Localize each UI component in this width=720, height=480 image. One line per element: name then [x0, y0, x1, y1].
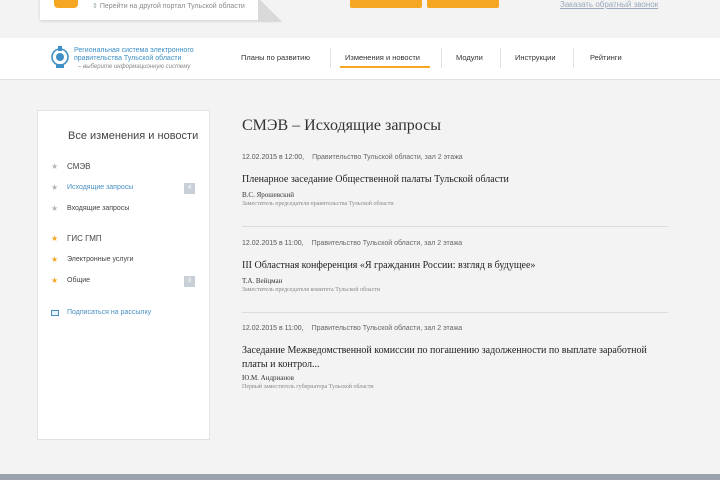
envelope-icon [51, 310, 59, 316]
arrows-icon: ⇕ [92, 3, 98, 10]
logo-line-2: правительства Тульской области [74, 55, 182, 62]
news-author: Ю.М. Андрианов [242, 374, 294, 382]
sidebar-title: Все изменения и новости [68, 130, 199, 142]
nav-divider [330, 48, 331, 68]
nav-plans[interactable]: Планы по развитию [241, 53, 310, 62]
subscribe-label: Подписаться на рассылку [67, 309, 152, 316]
logo-line-1: Региональная система электронного [74, 47, 194, 54]
sidebar-item-outgoing[interactable]: ★ Исходящие запросы 4 [38, 182, 209, 196]
news-date: 12.02.2015 в 12:00, [242, 154, 305, 161]
sidebar-item-label: ГИС ГМП [67, 234, 102, 243]
count-badge: 3 [184, 276, 195, 287]
news-author-position: Заместитель председателя комитета Тульск… [242, 287, 381, 293]
portal-flag-icon [54, 0, 78, 8]
star-icon: ★ [51, 276, 59, 285]
news-title[interactable]: III Областная конференция «Я гражданин Р… [242, 259, 662, 273]
logo-tagline[interactable]: – выберите информационную систему [78, 64, 190, 70]
news-item[interactable]: 12.02.2015 в 11:00, Правительство Тульско… [242, 240, 668, 310]
news-location: Правительство Тульской области, зал 2 эт… [311, 325, 463, 332]
logo-icon[interactable] [50, 44, 70, 70]
header: Региональная система электронного правит… [0, 38, 720, 80]
news-author: В.С. Ярошевский [242, 191, 295, 199]
sidebar-item-label: СМЭВ [67, 162, 91, 171]
divider [242, 312, 668, 313]
news-author: Т.А. Вейцман [242, 277, 283, 285]
callback-link[interactable]: Заказать обратный звонок [560, 0, 658, 9]
news-item[interactable]: 12.02.2015 в 12:00, Правительство Тульско… [242, 154, 668, 224]
sidebar: Все изменения и новости ★ СМЭВ ★ Исходящ… [37, 110, 210, 440]
sidebar-item-incoming[interactable]: ★ Входящие запросы [38, 203, 209, 217]
page-title: СМЭВ – Исходящие запросы [242, 117, 442, 134]
nav-divider [441, 48, 442, 68]
nav-news[interactable]: Изменения и новости [345, 53, 420, 62]
nav-instructions[interactable]: Инструкции [515, 53, 556, 62]
star-icon: ★ [51, 162, 59, 171]
footer [0, 474, 720, 480]
news-meta: 12.02.2015 в 12:00, Правительство Тульско… [242, 154, 463, 161]
news-title[interactable]: Заседание Межведомственной комиссии по п… [242, 344, 662, 372]
sidebar-item-label: Общие [67, 277, 91, 284]
news-location: Правительство Тульской области, зал 2 эт… [311, 240, 463, 247]
subscribe-link[interactable]: Подписаться на рассылку [38, 307, 209, 321]
star-icon: ★ [51, 204, 59, 213]
page-curl-icon [258, 0, 282, 22]
news-location: Правительство Тульской области, зал 2 эт… [312, 154, 463, 161]
news-meta: 12.02.2015 в 11:00, Правительство Тульско… [242, 240, 462, 247]
news-title[interactable]: Пленарное заседание Общественной палаты … [242, 173, 662, 187]
nav-divider [500, 48, 501, 68]
star-icon: ★ [51, 255, 59, 264]
divider [242, 226, 668, 227]
star-icon: ★ [51, 183, 59, 192]
news-item[interactable]: 12.02.2015 в 11:00, Правительство Тульско… [242, 325, 668, 400]
news-date: 12.02.2015 в 11:00, [242, 240, 304, 247]
sidebar-item-general[interactable]: ★ Общие 3 [38, 275, 209, 289]
sidebar-item-smev[interactable]: ★ СМЭВ [38, 161, 209, 175]
top-strip: ⇕ Перейти на другой портал Тульской облас… [0, 0, 720, 38]
nav-ratings[interactable]: Рейтинги [590, 53, 622, 62]
orange-button-2[interactable] [427, 0, 499, 8]
news-date: 12.02.2015 в 11:00, [242, 325, 304, 332]
portal-link[interactable]: ⇕ Перейти на другой портал Тульской облас… [92, 2, 245, 10]
sidebar-item-label: Входящие запросы [67, 205, 130, 212]
nav-divider [573, 48, 574, 68]
orange-button-1[interactable] [350, 0, 422, 8]
sidebar-item-label: Электронные услуги [67, 256, 134, 263]
news-author-position: Заместитель председателя правительства Т… [242, 201, 394, 207]
sidebar-item-label: Исходящие запросы [67, 184, 134, 191]
news-meta: 12.02.2015 в 11:00, Правительство Тульско… [242, 325, 462, 332]
portal-link-label: Перейти на другой портал Тульской област… [99, 3, 245, 10]
count-badge: 4 [184, 183, 195, 194]
star-icon: ★ [51, 234, 59, 243]
sidebar-item-e-services[interactable]: ★ Электронные услуги [38, 254, 209, 268]
news-author-position: Первый заместитель губернатора Тульской … [242, 384, 374, 390]
nav-modules[interactable]: Модули [456, 53, 483, 62]
sidebar-item-gis-gmp[interactable]: ★ ГИС ГМП [38, 233, 209, 247]
nav-active-underline [340, 66, 430, 68]
